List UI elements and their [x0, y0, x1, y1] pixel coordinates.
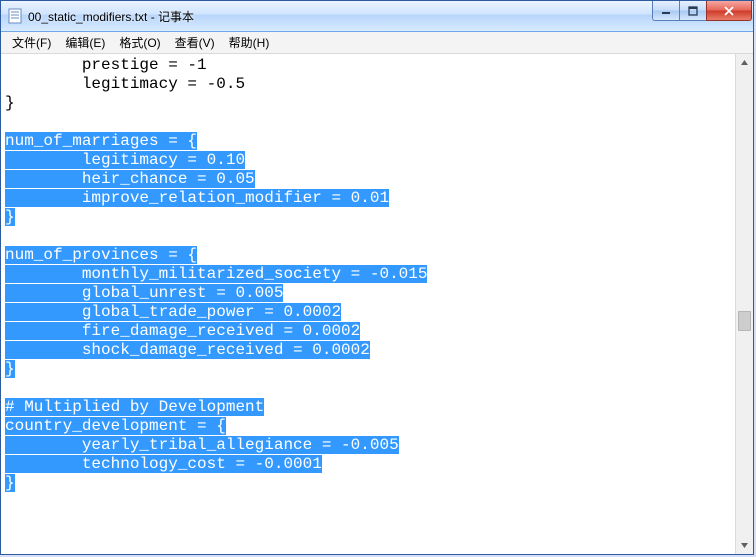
- code-line: }: [5, 94, 15, 112]
- code-line-selected: [5, 170, 82, 188]
- close-button[interactable]: [706, 1, 752, 21]
- code-line-selected: global_trade_power = 0.0002: [82, 303, 341, 321]
- code-line-selected: fire_damage_received = 0.0002: [82, 322, 360, 340]
- minimize-button[interactable]: [652, 1, 680, 21]
- code-line-selected: country_development = {: [5, 417, 226, 435]
- code-line-selected: [5, 341, 82, 359]
- menu-format[interactable]: 格式(O): [112, 32, 167, 53]
- vertical-scrollbar[interactable]: [735, 54, 753, 554]
- code-line: prestige = -1: [5, 56, 207, 74]
- code-line-selected: improve_relation_modifier = 0.01: [82, 189, 389, 207]
- code-line-selected: [5, 322, 82, 340]
- menu-file[interactable]: 文件(F): [5, 32, 58, 53]
- code-line-selected: [5, 436, 82, 454]
- code-line-selected: [5, 455, 82, 473]
- scroll-down-button[interactable]: [736, 537, 753, 554]
- window-controls: [653, 1, 753, 31]
- code-line-selected: yearly_tribal_allegiance = -0.005: [82, 436, 399, 454]
- code-line: legitimacy = -0.5: [5, 75, 245, 93]
- code-line-selected: technology_cost = -0.0001: [82, 455, 322, 473]
- code-line-selected: [5, 189, 82, 207]
- code-line-selected: shock_damage_received = 0.0002: [82, 341, 370, 359]
- menubar: 文件(F) 编辑(E) 格式(O) 查看(V) 帮助(H): [1, 32, 753, 54]
- code-line-selected: [5, 284, 82, 302]
- text-editor[interactable]: prestige = -1 legitimacy = -0.5 } num_of…: [1, 54, 736, 554]
- code-content[interactable]: prestige = -1 legitimacy = -0.5 } num_of…: [1, 54, 736, 497]
- window-title: 00_static_modifiers.txt - 记事本: [28, 8, 653, 25]
- notepad-window: 00_static_modifiers.txt - 记事本 文件(F) 编辑(E…: [0, 0, 754, 555]
- code-line-selected: global_unrest = 0.005: [82, 284, 284, 302]
- menu-view[interactable]: 查看(V): [168, 32, 222, 53]
- code-line-selected: [5, 151, 82, 169]
- code-line-selected: monthly_militarized_society = -0.015: [82, 265, 428, 283]
- code-line-selected: heir_chance = 0.05: [82, 170, 255, 188]
- editor-wrap: prestige = -1 legitimacy = -0.5 } num_of…: [1, 54, 753, 554]
- code-line-selected: [5, 265, 82, 283]
- menu-edit[interactable]: 编辑(E): [58, 32, 112, 53]
- code-line-selected: }: [5, 208, 15, 226]
- notepad-icon: [7, 8, 23, 24]
- maximize-button[interactable]: [679, 1, 707, 21]
- code-line-selected: num_of_provinces = {: [5, 246, 197, 264]
- scroll-track[interactable]: [736, 71, 753, 537]
- titlebar[interactable]: 00_static_modifiers.txt - 记事本: [1, 1, 753, 32]
- code-line-selected: legitimacy = 0.10: [82, 151, 245, 169]
- menu-help[interactable]: 帮助(H): [222, 32, 277, 53]
- code-line-selected: num_of_marriages = {: [5, 132, 197, 150]
- scroll-up-button[interactable]: [736, 54, 753, 71]
- code-line-selected: # Multiplied by Development: [5, 398, 264, 416]
- code-line-selected: }: [5, 474, 15, 492]
- scroll-thumb[interactable]: [738, 311, 751, 331]
- code-line-selected: [5, 303, 82, 321]
- code-line-selected: }: [5, 360, 15, 378]
